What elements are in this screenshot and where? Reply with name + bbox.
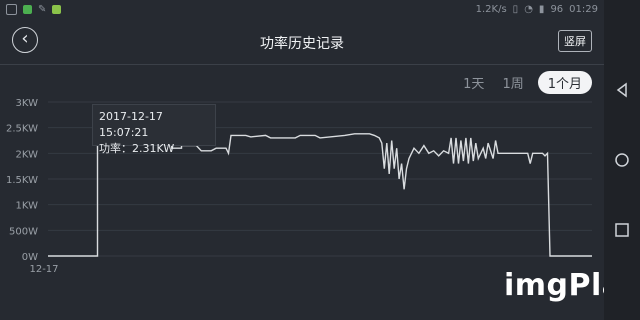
edit-icon: ✎: [38, 4, 47, 15]
y-tick-label: 2.5KW: [6, 124, 38, 135]
tooltip-value: 功率：2.31KW: [99, 142, 175, 155]
status-left: ✎: [6, 4, 62, 15]
y-tick-label: 0W: [22, 252, 38, 263]
signal-icon: [6, 4, 17, 15]
wifi-icon: ◔: [524, 4, 533, 15]
y-tick-label: 2KW: [16, 149, 39, 160]
status-right: 1.2K/s ▯ ◔ ▮ 96 01:29: [476, 4, 598, 15]
header-bar: ‹ 功率历史记录 竖屏: [0, 24, 604, 60]
rotate-button[interactable]: 竖屏: [558, 30, 592, 52]
x-tick-label: 12-17: [29, 264, 58, 275]
shield-icon: [23, 5, 32, 14]
network-speed: 1.2K/s: [475, 4, 507, 15]
signal-bars-icon: ▮: [538, 4, 545, 15]
y-tick-label: 1.5KW: [6, 175, 38, 186]
y-tick-label: 1KW: [16, 201, 39, 212]
page-title: 功率历史记录: [260, 36, 344, 52]
header-divider: [0, 64, 604, 65]
y-tick-label: 3KW: [16, 98, 39, 109]
x-axis-ticks: 12-17: [29, 264, 58, 275]
nav-home-icon[interactable]: [614, 152, 630, 168]
android-nav-bar: [604, 0, 640, 320]
status-bar: ✎ 1.2K/s ▯ ◔ ▮ 96 01:29: [0, 0, 604, 22]
data-tooltip: 2017-12-17 15:07:21 功率：2.31KW: [92, 104, 216, 155]
y-tick-label: 500W: [9, 226, 38, 237]
battery-level: 96: [550, 4, 564, 15]
app-icon: [52, 5, 62, 14]
app-screen: ✎ 1.2K/s ▯ ◔ ▮ 96 01:29 ‹ 功率历史记录 竖屏 1天 1…: [0, 0, 640, 320]
nav-back-icon[interactable]: [614, 82, 630, 98]
tooltip-datetime: 2017-12-17 15:07:21: [99, 110, 163, 139]
power-chart[interactable]: 0W 500W 1KW 1.5KW 2KW 2.5KW 3KW 12-17: [0, 90, 604, 280]
status-time: 01:29: [569, 4, 598, 15]
vibrate-icon: ▯: [512, 4, 519, 15]
y-axis-ticks: 0W 500W 1KW 1.5KW 2KW 2.5KW 3KW: [6, 98, 38, 263]
nav-recents-icon[interactable]: [614, 222, 630, 238]
